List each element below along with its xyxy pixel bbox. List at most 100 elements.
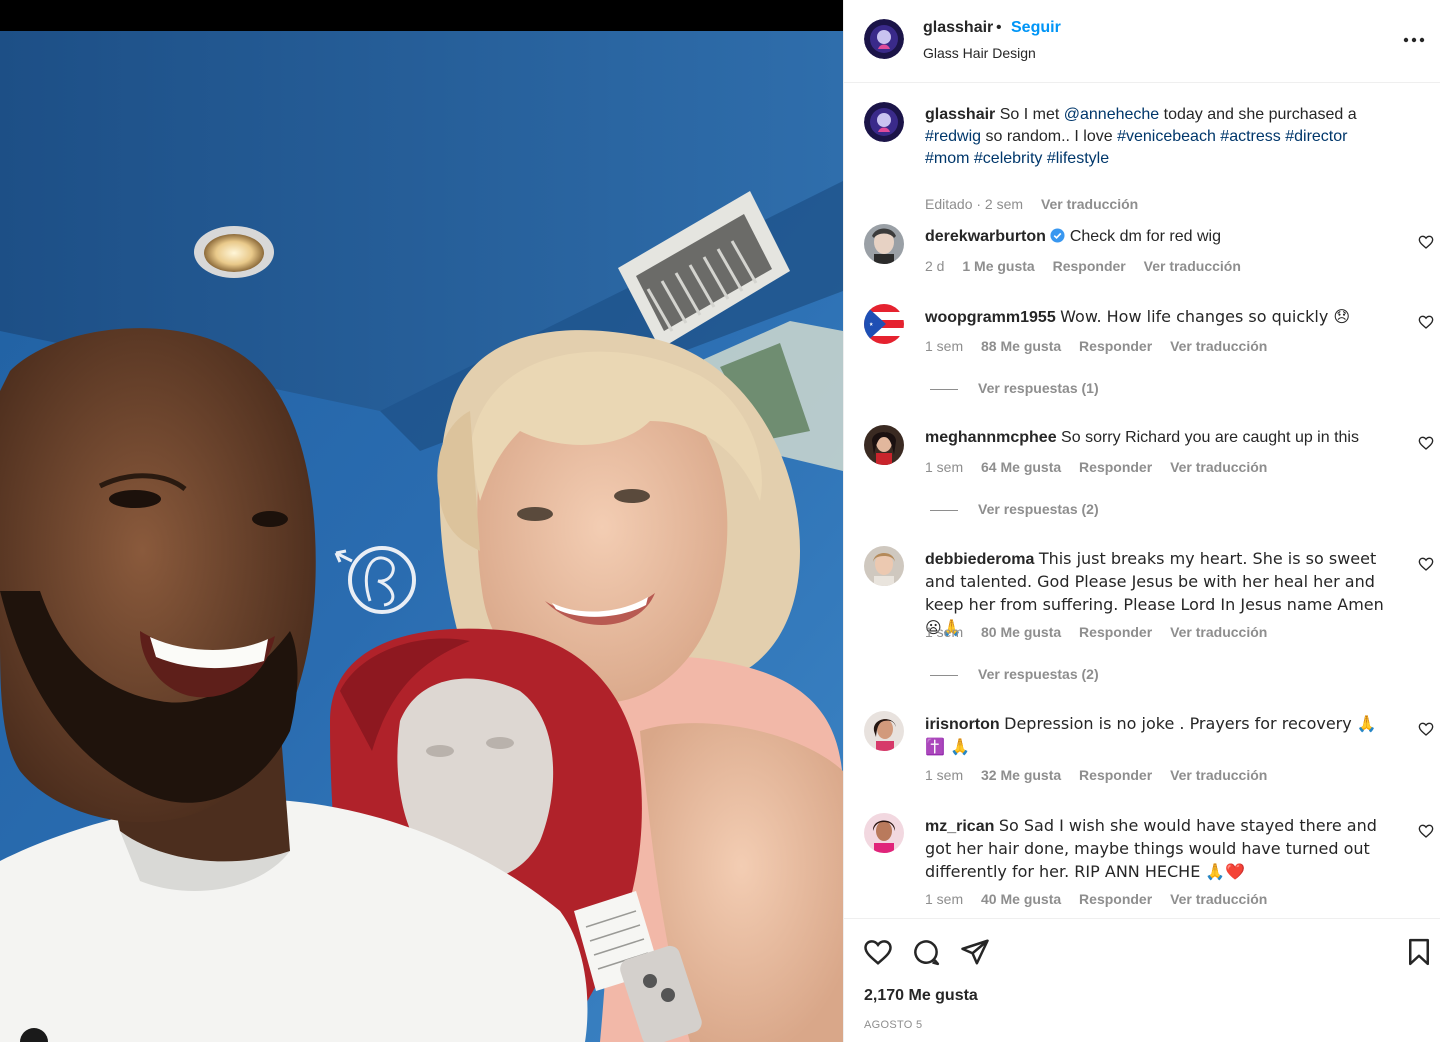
comment-time: 1 sem [925, 459, 964, 475]
commenter-avatar[interactable] [864, 224, 904, 264]
comment-meta: 1 sem 32 Me gusta Responder Ver traducci… [925, 767, 1281, 783]
comment-body: Wow. How life changes so quickly 😞 [1060, 307, 1351, 326]
follow-button[interactable]: Seguir [1011, 19, 1061, 37]
reply-button[interactable]: Responder [1079, 459, 1152, 475]
commenter-avatar[interactable] [864, 711, 904, 751]
view-replies-button[interactable]: Ver respuestas (2) [930, 666, 1099, 682]
verified-badge-icon [1050, 228, 1065, 243]
more-options-icon[interactable] [1396, 30, 1432, 50]
author-subtitle[interactable]: Glass Hair Design [923, 45, 1036, 61]
comment-likes[interactable]: 80 Me gusta [981, 624, 1061, 640]
caption-edited: Editado · 2 sem [925, 196, 1024, 212]
like-comment-heart-icon[interactable] [1418, 435, 1434, 451]
caption-meta: Editado · 2 sem Ver traducción [925, 196, 1152, 212]
author-username[interactable]: glasshair [923, 19, 993, 37]
like-comment-heart-icon[interactable] [1418, 314, 1434, 330]
hashtag-link[interactable]: #lifestyle [1047, 150, 1109, 167]
comment-text: irisnorton Depression is no joke . Praye… [925, 713, 1395, 759]
post-actions-bar: 2,170 Me gusta AGOSTO 5 [844, 918, 1440, 1042]
like-comment-heart-icon[interactable] [1418, 823, 1434, 839]
comment-body: So sorry Richard you are caught up in th… [1061, 429, 1359, 446]
mention-link[interactable]: @anneheche [1064, 106, 1159, 123]
comment-body: Check dm for red wig [1069, 228, 1221, 245]
hashtag-link[interactable]: #redwig [925, 128, 981, 145]
replies-line [930, 388, 958, 390]
translate-link[interactable]: Ver traducción [1170, 891, 1267, 907]
comment-likes[interactable]: 40 Me gusta [981, 891, 1061, 907]
comment-username[interactable]: mz_rican [925, 818, 994, 835]
caption-username[interactable]: glasshair [925, 106, 995, 123]
separator-dot: • [996, 19, 1002, 36]
like-comment-heart-icon[interactable] [1418, 234, 1434, 250]
hashtag-link[interactable]: #venicebeach [1117, 128, 1216, 145]
translate-link[interactable]: Ver traducción [1170, 459, 1267, 475]
caption-translate-link[interactable]: Ver traducción [1041, 196, 1138, 212]
view-replies-label: Ver respuestas (2) [978, 501, 1099, 517]
comment-time: 1 sem [925, 891, 964, 907]
caption-part: so random.. I love [981, 128, 1118, 145]
comment-bubble-icon[interactable] [911, 937, 941, 967]
comments-list[interactable]: glasshair So I met @anneheche today and … [844, 84, 1440, 918]
save-bookmark-icon[interactable] [1404, 937, 1434, 967]
post-like-count[interactable]: 2,170 Me gusta [864, 987, 978, 1005]
commenter-avatar[interactable] [864, 813, 904, 853]
like-comment-heart-icon[interactable] [1418, 721, 1434, 737]
comment-meta: 2 d 1 Me gusta Responder Ver traducción [925, 258, 1255, 274]
reply-button[interactable]: Responder [1079, 624, 1152, 640]
hashtag-link[interactable]: #actress [1220, 128, 1280, 145]
reply-button[interactable]: Responder [1053, 258, 1126, 274]
post-header: glasshair • Seguir Glass Hair Design [844, 0, 1440, 83]
like-comment-heart-icon[interactable] [1418, 556, 1434, 572]
view-replies-label: Ver respuestas (2) [978, 666, 1099, 682]
comment-time: 1 sem [925, 338, 964, 354]
comment-likes[interactable]: 64 Me gusta [981, 459, 1061, 475]
comment-username[interactable]: meghannmcphee [925, 429, 1057, 446]
post-side-panel: glasshair • Seguir Glass Hair Design gla… [843, 0, 1440, 1042]
comment-text: meghannmcphee So sorry Richard you are c… [925, 427, 1395, 449]
comment-username[interactable]: woopgramm1955 [925, 309, 1056, 326]
view-replies-label: Ver respuestas (1) [978, 380, 1099, 396]
comment-text: derekwarburton Check dm for red wig [925, 226, 1395, 248]
hashtag-link[interactable]: #director [1285, 128, 1347, 145]
comment-likes[interactable]: 88 Me gusta [981, 338, 1061, 354]
caption-avatar[interactable] [864, 102, 904, 142]
replies-line [930, 674, 958, 676]
comment-likes[interactable]: 1 Me gusta [962, 258, 1034, 274]
comment-username[interactable]: derekwarburton [925, 228, 1046, 245]
reply-button[interactable]: Responder [1079, 767, 1152, 783]
comment-username[interactable]: irisnorton [925, 716, 1000, 733]
commenter-avatar[interactable] [864, 546, 904, 586]
comment-meta: 1 sem 40 Me gusta Responder Ver traducci… [925, 891, 1281, 907]
view-replies-button[interactable]: Ver respuestas (1) [930, 380, 1099, 396]
like-heart-icon[interactable] [863, 937, 893, 967]
translate-link[interactable]: Ver traducción [1170, 767, 1267, 783]
comment-meta: 1 sem 88 Me gusta Responder Ver traducci… [925, 338, 1281, 354]
comment-text: woopgramm1955 Wow. How life changes so q… [925, 306, 1395, 329]
comment-text: mz_rican So Sad I wish she would have st… [925, 815, 1395, 884]
commenter-avatar[interactable] [864, 425, 904, 465]
comment-meta: 1 sem 64 Me gusta Responder Ver traducci… [925, 459, 1281, 475]
comment-time: 2 d [925, 258, 945, 274]
commenter-avatar[interactable] [864, 304, 904, 344]
comment-likes[interactable]: 32 Me gusta [981, 767, 1061, 783]
comment-username[interactable]: debbiederoma [925, 551, 1034, 568]
hashtag-link[interactable]: #celebrity [974, 150, 1042, 167]
caption-part: today and she purchased a [1159, 106, 1357, 123]
post-date: AGOSTO 5 [864, 1019, 923, 1031]
translate-link[interactable]: Ver traducción [1170, 624, 1267, 640]
share-paper-plane-icon[interactable] [960, 937, 990, 967]
translate-link[interactable]: Ver traducción [1170, 338, 1267, 354]
hashtag-link[interactable]: #mom [925, 150, 969, 167]
post-photo-panel [0, 0, 843, 1042]
selfie-photo-illustration [0, 31, 843, 1042]
comment-time: 1 sem [925, 767, 964, 783]
post-photo[interactable] [0, 31, 843, 1042]
reply-button[interactable]: Responder [1079, 338, 1152, 354]
author-avatar[interactable] [864, 19, 904, 59]
view-replies-button[interactable]: Ver respuestas (2) [930, 501, 1099, 517]
comment-meta: 1 sem 80 Me gusta Responder Ver traducci… [925, 624, 1281, 640]
caption-part: So I met [999, 106, 1064, 123]
translate-link[interactable]: Ver traducción [1144, 258, 1241, 274]
reply-button[interactable]: Responder [1079, 891, 1152, 907]
comment-time: 1 sem [925, 624, 964, 640]
